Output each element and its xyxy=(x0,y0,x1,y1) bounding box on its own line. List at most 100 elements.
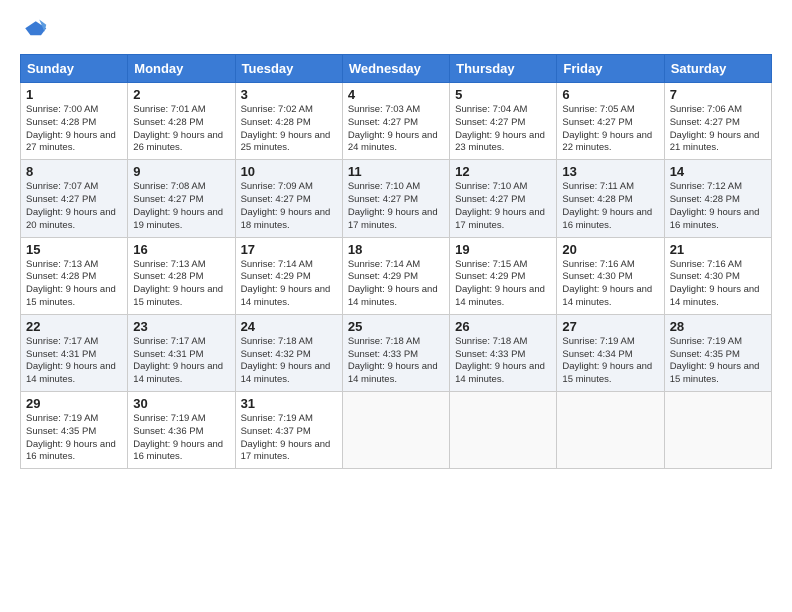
calendar-cell: 10Sunrise: 7:09 AM Sunset: 4:27 PM Dayli… xyxy=(235,160,342,237)
calendar-cell xyxy=(557,392,664,469)
day-number: 12 xyxy=(455,164,551,179)
day-info: Sunrise: 7:02 AM Sunset: 4:28 PM Dayligh… xyxy=(241,104,337,155)
day-info: Sunrise: 7:10 AM Sunset: 4:27 PM Dayligh… xyxy=(455,181,551,232)
day-info: Sunrise: 7:17 AM Sunset: 4:31 PM Dayligh… xyxy=(133,336,229,387)
weekday-header-monday: Monday xyxy=(128,55,235,83)
calendar-week-row: 1Sunrise: 7:00 AM Sunset: 4:28 PM Daylig… xyxy=(21,83,772,160)
day-number: 22 xyxy=(26,319,122,334)
calendar-cell: 4 Sunrise: 7:03 AM Sunset: 4:27 PM Daylig… xyxy=(342,83,449,160)
calendar-cell: 31 Sunrise: 7:19 AM Sunset: 4:37 PM Dayli… xyxy=(235,392,342,469)
calendar-week-row: 22 Sunrise: 7:17 AM Sunset: 4:31 PM Dayli… xyxy=(21,314,772,391)
day-info: Sunrise: 7:03 AM Sunset: 4:27 PM Dayligh… xyxy=(348,104,444,155)
day-info: Sunrise: 7:16 AM Sunset: 4:30 PM Dayligh… xyxy=(562,259,658,310)
calendar-cell: 17 Sunrise: 7:14 AM Sunset: 4:29 PM Dayli… xyxy=(235,237,342,314)
calendar-cell: 30 Sunrise: 7:19 AM Sunset: 4:36 PM Dayli… xyxy=(128,392,235,469)
calendar-cell: 12 Sunrise: 7:10 AM Sunset: 4:27 PM Dayli… xyxy=(450,160,557,237)
day-number: 2 xyxy=(133,87,229,102)
day-info: Sunrise: 7:13 AM Sunset: 4:28 PM Dayligh… xyxy=(133,259,229,310)
calendar-cell: 20Sunrise: 7:16 AM Sunset: 4:30 PM Dayli… xyxy=(557,237,664,314)
calendar-cell: 21 Sunrise: 7:16 AM Sunset: 4:30 PM Dayli… xyxy=(664,237,771,314)
day-number: 30 xyxy=(133,396,229,411)
calendar-cell: 19 Sunrise: 7:15 AM Sunset: 4:29 PM Dayli… xyxy=(450,237,557,314)
day-number: 4 xyxy=(348,87,444,102)
day-info: Sunrise: 7:19 AM Sunset: 4:35 PM Dayligh… xyxy=(26,413,122,464)
day-info: Sunrise: 7:08 AM Sunset: 4:27 PM Dayligh… xyxy=(133,181,229,232)
day-info: Sunrise: 7:17 AM Sunset: 4:31 PM Dayligh… xyxy=(26,336,122,387)
day-info: Sunrise: 7:14 AM Sunset: 4:29 PM Dayligh… xyxy=(241,259,337,310)
day-number: 29 xyxy=(26,396,122,411)
day-info: Sunrise: 7:18 AM Sunset: 4:32 PM Dayligh… xyxy=(241,336,337,387)
calendar-cell xyxy=(342,392,449,469)
day-info: Sunrise: 7:18 AM Sunset: 4:33 PM Dayligh… xyxy=(455,336,551,387)
calendar-cell: 29 Sunrise: 7:19 AM Sunset: 4:35 PM Dayli… xyxy=(21,392,128,469)
day-info: Sunrise: 7:15 AM Sunset: 4:29 PM Dayligh… xyxy=(455,259,551,310)
logo-icon xyxy=(20,16,48,44)
calendar-cell: 14 Sunrise: 7:12 AM Sunset: 4:28 PM Dayli… xyxy=(664,160,771,237)
day-number: 27 xyxy=(562,319,658,334)
calendar-cell: 25Sunrise: 7:18 AM Sunset: 4:33 PM Dayli… xyxy=(342,314,449,391)
day-info: Sunrise: 7:01 AM Sunset: 4:28 PM Dayligh… xyxy=(133,104,229,155)
calendar-week-row: 8 Sunrise: 7:07 AM Sunset: 4:27 PM Daylig… xyxy=(21,160,772,237)
calendar-cell: 22 Sunrise: 7:17 AM Sunset: 4:31 PM Dayli… xyxy=(21,314,128,391)
day-number: 15 xyxy=(26,242,122,257)
calendar-cell xyxy=(450,392,557,469)
day-info: Sunrise: 7:05 AM Sunset: 4:27 PM Dayligh… xyxy=(562,104,658,155)
page-header xyxy=(20,16,772,44)
calendar-week-row: 15 Sunrise: 7:13 AM Sunset: 4:28 PM Dayli… xyxy=(21,237,772,314)
day-info: Sunrise: 7:19 AM Sunset: 4:34 PM Dayligh… xyxy=(562,336,658,387)
calendar-cell: 1Sunrise: 7:00 AM Sunset: 4:28 PM Daylig… xyxy=(21,83,128,160)
day-info: Sunrise: 7:09 AM Sunset: 4:27 PM Dayligh… xyxy=(241,181,337,232)
calendar-cell: 11Sunrise: 7:10 AM Sunset: 4:27 PM Dayli… xyxy=(342,160,449,237)
day-number: 14 xyxy=(670,164,766,179)
weekday-header-wednesday: Wednesday xyxy=(342,55,449,83)
day-number: 23 xyxy=(133,319,229,334)
calendar-cell: 5 Sunrise: 7:04 AM Sunset: 4:27 PM Daylig… xyxy=(450,83,557,160)
day-number: 16 xyxy=(133,242,229,257)
day-number: 21 xyxy=(670,242,766,257)
day-number: 6 xyxy=(562,87,658,102)
day-number: 24 xyxy=(241,319,337,334)
calendar-cell: 8 Sunrise: 7:07 AM Sunset: 4:27 PM Daylig… xyxy=(21,160,128,237)
calendar-cell: 2 Sunrise: 7:01 AM Sunset: 4:28 PM Daylig… xyxy=(128,83,235,160)
weekday-header-friday: Friday xyxy=(557,55,664,83)
logo xyxy=(20,16,52,44)
day-number: 1 xyxy=(26,87,122,102)
calendar-cell: 13Sunrise: 7:11 AM Sunset: 4:28 PM Dayli… xyxy=(557,160,664,237)
calendar-body: 1Sunrise: 7:00 AM Sunset: 4:28 PM Daylig… xyxy=(21,83,772,469)
calendar-cell: 9 Sunrise: 7:08 AM Sunset: 4:27 PM Daylig… xyxy=(128,160,235,237)
calendar-cell: 16 Sunrise: 7:13 AM Sunset: 4:28 PM Dayli… xyxy=(128,237,235,314)
day-info: Sunrise: 7:04 AM Sunset: 4:27 PM Dayligh… xyxy=(455,104,551,155)
calendar-cell: 3 Sunrise: 7:02 AM Sunset: 4:28 PM Daylig… xyxy=(235,83,342,160)
calendar-table: SundayMondayTuesdayWednesdayThursdayFrid… xyxy=(20,54,772,469)
day-number: 8 xyxy=(26,164,122,179)
day-info: Sunrise: 7:18 AM Sunset: 4:33 PM Dayligh… xyxy=(348,336,444,387)
day-number: 9 xyxy=(133,164,229,179)
weekday-header-sunday: Sunday xyxy=(21,55,128,83)
calendar-header-row: SundayMondayTuesdayWednesdayThursdayFrid… xyxy=(21,55,772,83)
day-info: Sunrise: 7:12 AM Sunset: 4:28 PM Dayligh… xyxy=(670,181,766,232)
day-number: 5 xyxy=(455,87,551,102)
day-info: Sunrise: 7:07 AM Sunset: 4:27 PM Dayligh… xyxy=(26,181,122,232)
weekday-header-thursday: Thursday xyxy=(450,55,557,83)
calendar-cell: 23 Sunrise: 7:17 AM Sunset: 4:31 PM Dayli… xyxy=(128,314,235,391)
day-number: 19 xyxy=(455,242,551,257)
day-info: Sunrise: 7:19 AM Sunset: 4:36 PM Dayligh… xyxy=(133,413,229,464)
calendar-cell: 7 Sunrise: 7:06 AM Sunset: 4:27 PM Daylig… xyxy=(664,83,771,160)
calendar-cell: 18Sunrise: 7:14 AM Sunset: 4:29 PM Dayli… xyxy=(342,237,449,314)
calendar-week-row: 29 Sunrise: 7:19 AM Sunset: 4:35 PM Dayli… xyxy=(21,392,772,469)
day-info: Sunrise: 7:11 AM Sunset: 4:28 PM Dayligh… xyxy=(562,181,658,232)
day-number: 7 xyxy=(670,87,766,102)
day-info: Sunrise: 7:13 AM Sunset: 4:28 PM Dayligh… xyxy=(26,259,122,310)
day-number: 28 xyxy=(670,319,766,334)
day-info: Sunrise: 7:16 AM Sunset: 4:30 PM Dayligh… xyxy=(670,259,766,310)
day-number: 31 xyxy=(241,396,337,411)
day-info: Sunrise: 7:10 AM Sunset: 4:27 PM Dayligh… xyxy=(348,181,444,232)
calendar-cell: 15 Sunrise: 7:13 AM Sunset: 4:28 PM Dayli… xyxy=(21,237,128,314)
day-number: 17 xyxy=(241,242,337,257)
day-info: Sunrise: 7:19 AM Sunset: 4:37 PM Dayligh… xyxy=(241,413,337,464)
weekday-header-tuesday: Tuesday xyxy=(235,55,342,83)
day-number: 3 xyxy=(241,87,337,102)
calendar-cell: 6 Sunrise: 7:05 AM Sunset: 4:27 PM Daylig… xyxy=(557,83,664,160)
weekday-header-saturday: Saturday xyxy=(664,55,771,83)
day-info: Sunrise: 7:06 AM Sunset: 4:27 PM Dayligh… xyxy=(670,104,766,155)
